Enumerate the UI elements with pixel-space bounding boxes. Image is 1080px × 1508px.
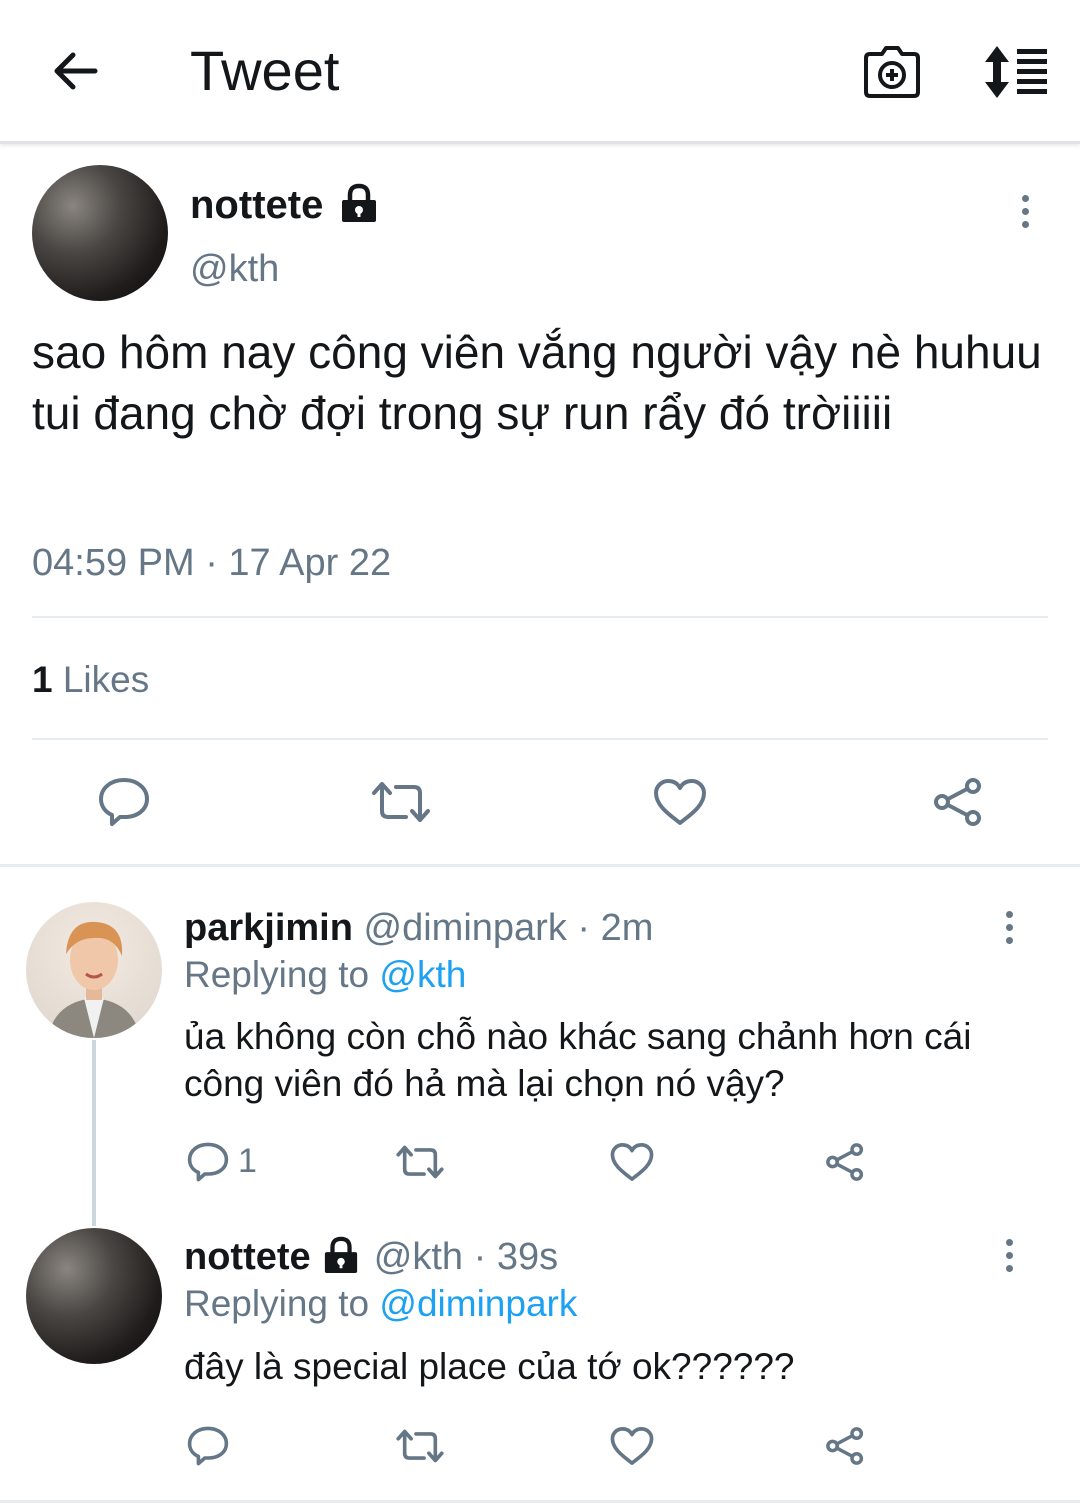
- like-button[interactable]: [648, 770, 712, 834]
- tweet-timestamp: 04:59 PM · 17 Apr 22: [32, 542, 392, 584]
- like-icon: [654, 779, 706, 825]
- reply-more-button[interactable]: [994, 1230, 1024, 1280]
- reply-icon: [187, 1142, 229, 1182]
- thread-connector: [92, 1040, 96, 1226]
- share-button[interactable]: [926, 770, 990, 834]
- avatar-portrait: [48, 921, 140, 1038]
- reply-more-button[interactable]: [994, 902, 1024, 952]
- sort-list-icon: [985, 46, 1047, 98]
- share-icon: [934, 778, 981, 826]
- retweet-button[interactable]: [366, 770, 436, 834]
- like-icon: [610, 1427, 654, 1465]
- tweet-text: sao hôm nay công viên vắng người vậy nè …: [32, 326, 1042, 439]
- page-title: Tweet: [190, 39, 340, 102]
- arrow-left-icon: [54, 52, 98, 90]
- reply-author-avatar[interactable]: [26, 1228, 162, 1364]
- dot: [1005, 1264, 1013, 1272]
- reply-meta: @diminpark · 2m: [363, 907, 654, 949]
- author-name: nottete: [190, 183, 324, 227]
- tweet-more-button[interactable]: [1010, 186, 1040, 236]
- camera-add-icon: [864, 46, 920, 98]
- reply-author-name: parkjimin: [184, 907, 353, 949]
- author-name-row[interactable]: nottete: [190, 182, 378, 228]
- retweet-icon: [372, 782, 430, 822]
- section-divider: [0, 864, 1080, 867]
- reply-button[interactable]: [92, 770, 156, 834]
- reply-icon: [99, 778, 149, 826]
- dot: [1021, 207, 1029, 215]
- reply-text: ủa không còn chỗ nào khác sang chảnh hơn…: [184, 1016, 972, 1104]
- like-button[interactable]: [606, 1422, 658, 1470]
- divider: [32, 738, 1048, 740]
- mention-link[interactable]: @kth: [379, 954, 466, 995]
- reply-count: 1: [238, 1142, 257, 1180]
- dot: [1005, 910, 1013, 918]
- replying-to: Replying to @diminpark: [184, 1281, 577, 1327]
- reply-icon: [187, 1426, 229, 1466]
- dot: [1005, 923, 1013, 931]
- camera-button[interactable]: [856, 36, 928, 108]
- reply-author-avatar[interactable]: [26, 902, 162, 1038]
- author-avatar[interactable]: [32, 165, 168, 301]
- like-icon: [610, 1143, 654, 1181]
- dot: [1005, 936, 1013, 944]
- likes-label: Likes: [62, 659, 150, 700]
- reply-text: đây là special place của tớ ok??????: [184, 1346, 795, 1387]
- likes-count: 1: [32, 659, 53, 700]
- divider: [32, 616, 1048, 618]
- reply-author-name: nottete: [184, 1236, 311, 1278]
- retweet-button[interactable]: [392, 1138, 448, 1186]
- retweet-button[interactable]: [392, 1422, 448, 1470]
- back-button[interactable]: [40, 36, 110, 106]
- replying-to: Replying to @kth: [184, 952, 466, 998]
- retweet-icon: [396, 1145, 444, 1179]
- replying-prefix: Replying to: [184, 1283, 380, 1324]
- bottom-divider: [0, 1500, 1080, 1503]
- share-button[interactable]: [820, 1422, 870, 1470]
- replying-prefix: Replying to: [184, 954, 380, 995]
- reply-button[interactable]: [184, 1422, 232, 1470]
- top-app-bar: Tweet: [0, 0, 1080, 144]
- reply-meta: @kth · 39s: [373, 1236, 559, 1278]
- sort-button[interactable]: [976, 36, 1056, 108]
- reply-header[interactable]: nottete @kth · 39s: [184, 1234, 558, 1280]
- dot: [1021, 220, 1029, 228]
- lock-icon: [325, 1236, 358, 1273]
- reply-button[interactable]: [184, 1138, 232, 1186]
- dot: [1005, 1251, 1013, 1259]
- share-button[interactable]: [820, 1138, 870, 1186]
- share-icon: [826, 1143, 864, 1181]
- mention-link[interactable]: @diminpark: [379, 1283, 577, 1324]
- dot: [1005, 1238, 1013, 1246]
- reply-header[interactable]: parkjimin @diminpark · 2m: [184, 905, 653, 951]
- author-handle[interactable]: @kth: [190, 246, 279, 292]
- dot: [1021, 194, 1029, 202]
- retweet-icon: [396, 1429, 444, 1463]
- likes-summary[interactable]: 1 Likes: [32, 658, 149, 702]
- like-button[interactable]: [606, 1138, 658, 1186]
- share-icon: [826, 1427, 864, 1465]
- lock-icon: [342, 184, 377, 223]
